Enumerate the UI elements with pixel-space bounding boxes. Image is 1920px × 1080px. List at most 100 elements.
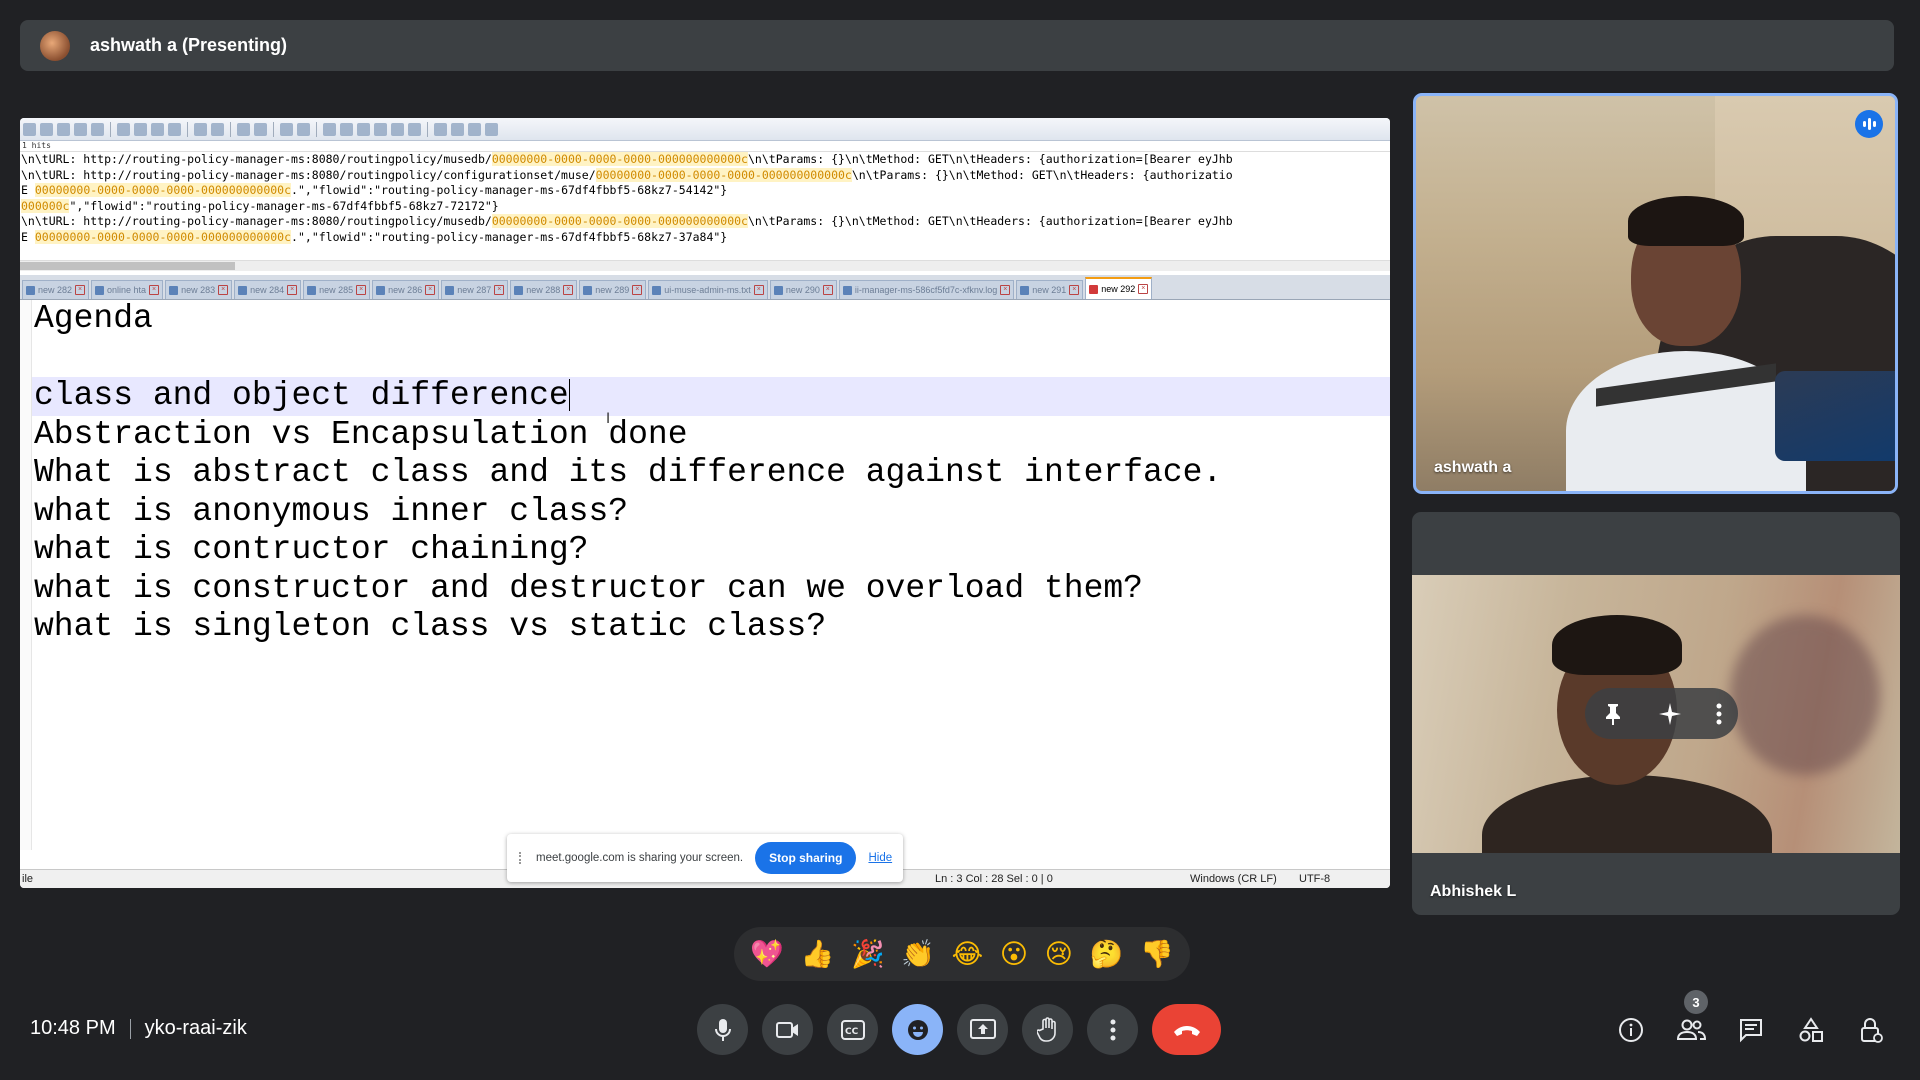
captions-button[interactable]: CC [827, 1004, 878, 1055]
search-result-line[interactable]: \n\tURL: http://routing-policy-manager-m… [21, 152, 1390, 168]
document-tab[interactable]: new 290 × [769, 280, 837, 299]
toolbar-button-icon[interactable] [340, 122, 353, 136]
reaction-clapping-hands-icon[interactable]: 👏 [901, 941, 935, 968]
editor-line[interactable]: Agenda [20, 300, 1390, 339]
close-tab-icon[interactable]: × [1000, 285, 1011, 295]
toolbar-button-icon[interactable] [168, 122, 181, 136]
close-tab-icon[interactable]: × [822, 285, 833, 295]
toolbar-button-icon[interactable] [237, 122, 250, 136]
document-tab[interactable]: new 289 × [579, 280, 647, 299]
horizontal-scrollbar[interactable] [20, 260, 1390, 271]
toolbar-button-icon[interactable] [357, 122, 370, 136]
close-tab-icon[interactable]: × [563, 285, 574, 295]
toolbar-button-icon[interactable] [468, 122, 481, 136]
present-screen-button[interactable] [957, 1004, 1008, 1055]
sparkle-effects-icon[interactable] [1657, 701, 1683, 727]
pin-icon[interactable] [1602, 702, 1624, 726]
editor-line[interactable]: What is abstract class and its differenc… [20, 454, 1390, 493]
close-tab-icon[interactable]: × [494, 285, 505, 295]
scrollbar-thumb[interactable] [20, 262, 235, 270]
toolbar-button-icon[interactable] [408, 122, 421, 136]
reaction-party-popper-icon[interactable]: 🎉 [851, 941, 885, 968]
activities-button[interactable] [1788, 1004, 1834, 1055]
reaction-crying-icon[interactable]: 😢 [1045, 941, 1073, 968]
toolbar-button-icon[interactable] [434, 122, 447, 136]
toolbar-button-icon[interactable] [254, 122, 267, 136]
search-result-line[interactable]: E 00000000-0000-0000-0000-000000000000c.… [21, 229, 1390, 246]
toolbar-button-icon[interactable] [91, 122, 104, 136]
reactions-button[interactable] [892, 1004, 943, 1055]
editor-line[interactable]: class and object difference [20, 377, 1390, 416]
editor-line[interactable]: what is singleton class vs static class? [20, 608, 1390, 647]
editor-line[interactable]: what is anonymous inner class? [20, 493, 1390, 532]
toolbar-button-icon[interactable] [391, 122, 404, 136]
people-button[interactable]: 3 [1668, 990, 1714, 1055]
text-editor[interactable]: Agenda class and object difference Abstrac… [20, 300, 1390, 850]
close-tab-icon[interactable]: × [753, 285, 764, 295]
reaction-laughing-icon[interactable]: 😂 [952, 941, 984, 968]
document-tab[interactable]: ui-muse-admin-ms.txt × [648, 280, 768, 299]
drag-handle-icon[interactable] [519, 852, 526, 864]
toolbar-button-icon[interactable] [23, 122, 36, 136]
toolbar-button-icon[interactable] [57, 122, 70, 136]
reaction-thinking-icon[interactable]: 🤔 [1090, 941, 1124, 968]
chat-button[interactable] [1728, 1004, 1774, 1055]
tile-more-options-icon[interactable] [1716, 703, 1722, 725]
toolbar-button-icon[interactable] [211, 122, 224, 136]
editor-line[interactable] [20, 339, 1390, 378]
toolbar-button-icon[interactable] [134, 122, 147, 136]
search-result-line[interactable]: \n\tURL: http://routing-policy-manager-m… [21, 214, 1390, 230]
document-tab[interactable]: online hta × [91, 280, 164, 299]
document-tab[interactable]: new 283 × [165, 280, 233, 299]
toolbar-button-icon[interactable] [485, 122, 498, 136]
document-tab[interactable]: new 292 × [1085, 277, 1153, 299]
toolbar-button-icon[interactable] [194, 122, 207, 136]
reaction-thumbs-up-icon[interactable]: 👍 [801, 941, 835, 968]
close-tab-icon[interactable]: × [1069, 285, 1080, 295]
camera-button[interactable] [762, 1004, 813, 1055]
close-tab-icon[interactable]: × [425, 285, 436, 295]
stop-sharing-button[interactable]: Stop sharing [755, 842, 857, 874]
participant-tile[interactable]: Abhishek L [1412, 512, 1900, 915]
toolbar-button-icon[interactable] [374, 122, 387, 136]
editor-line[interactable]: Abstraction vs Encapsulation done [20, 416, 1390, 455]
close-tab-icon[interactable]: × [287, 285, 298, 295]
toolbar-button-icon[interactable] [323, 122, 336, 136]
document-tab[interactable]: new 285 × [303, 280, 371, 299]
document-tab[interactable]: new 286 × [372, 280, 440, 299]
toolbar-button-icon[interactable] [117, 122, 130, 136]
editor-line[interactable]: what is contructor chaining? [20, 531, 1390, 570]
reaction-thumbs-down-icon[interactable]: 👎 [1140, 941, 1174, 968]
toolbar-button-icon[interactable] [297, 122, 310, 136]
toolbar-button-icon[interactable] [74, 122, 87, 136]
document-tab[interactable]: new 287 × [441, 280, 509, 299]
toolbar-button-icon[interactable] [280, 122, 293, 136]
host-controls-button[interactable] [1848, 1004, 1894, 1055]
search-result-line[interactable]: E 00000000-0000-0000-0000-000000000000c.… [21, 183, 1390, 199]
document-tab[interactable]: ii-manager-ms-586cf5fd7c-xfknv.log × [838, 280, 1015, 299]
more-options-button[interactable] [1087, 1004, 1138, 1055]
toolbar-button-icon[interactable] [451, 122, 464, 136]
raise-hand-button[interactable] [1022, 1004, 1073, 1055]
toolbar-button-icon[interactable] [40, 122, 53, 136]
close-tab-icon[interactable]: × [75, 285, 86, 295]
microphone-button[interactable] [697, 1004, 748, 1055]
search-result-line[interactable]: \n\tURL: http://routing-policy-manager-m… [21, 167, 1390, 184]
reaction-surprised-icon[interactable]: 😮 [1000, 941, 1028, 968]
editor-line[interactable]: what is constructor and destructor can w… [20, 570, 1390, 609]
close-tab-icon[interactable]: × [632, 285, 643, 295]
close-tab-icon[interactable]: × [218, 285, 229, 295]
close-tab-icon[interactable]: × [149, 285, 160, 295]
reaction-sparkling-heart-icon[interactable]: 💖 [750, 941, 784, 968]
document-tab[interactable]: new 282 × [22, 280, 90, 299]
close-tab-icon[interactable]: × [1138, 284, 1149, 294]
document-tab[interactable]: new 291 × [1016, 280, 1084, 299]
toolbar-button-icon[interactable] [151, 122, 164, 136]
hide-banner-link[interactable]: Hide [868, 852, 892, 864]
close-tab-icon[interactable]: × [356, 285, 367, 295]
search-result-line[interactable]: 000000c","flowid":"routing-policy-manage… [21, 198, 1390, 215]
meeting-details-button[interactable] [1608, 1004, 1654, 1055]
end-call-button[interactable] [1152, 1004, 1221, 1055]
participant-tile[interactable]: ashwath a [1413, 93, 1898, 494]
document-tab[interactable]: new 284 × [234, 280, 302, 299]
